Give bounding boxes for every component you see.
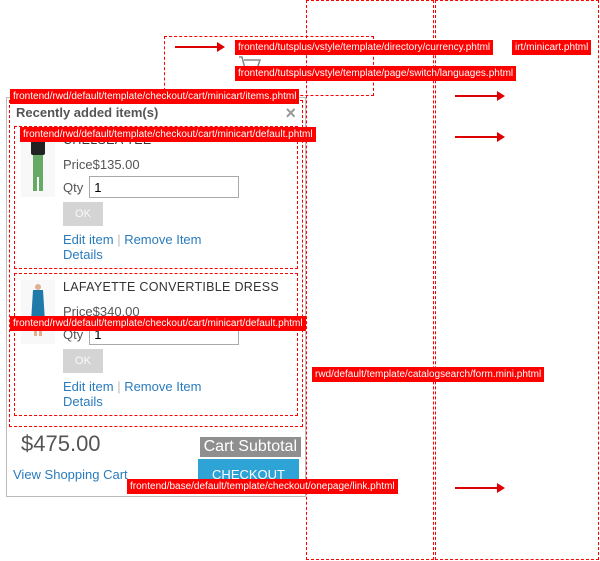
hint-currency: frontend/tutsplus/vstyle/template/direct… <box>235 40 493 55</box>
hint-minicart-default-2: frontend/rwd/default/template/checkout/c… <box>10 316 306 331</box>
hint-currency-right: irt/minicart.phtml <box>512 40 591 55</box>
hint-minicart-default-1: frontend/rwd/default/template/checkout/c… <box>20 127 316 142</box>
product-thumbnail[interactable] <box>21 280 55 344</box>
cart-subtotal-label: Cart Subtotal <box>200 437 301 457</box>
product-name[interactable]: LAFAYETTE CONVERTIBLE DRESS <box>63 280 291 294</box>
qty-label: Qty <box>63 180 83 195</box>
minicart-title: Recently added item(s) <box>16 105 158 120</box>
close-icon[interactable]: × <box>285 106 296 120</box>
edit-item-link[interactable]: Edit item <box>63 379 114 394</box>
details-link[interactable]: Details <box>63 247 103 262</box>
ok-button[interactable]: OK <box>63 202 103 226</box>
product-thumbnail[interactable] <box>21 133 55 197</box>
details-link[interactable]: Details <box>63 394 103 409</box>
product-price: Price$135.00 <box>63 157 291 172</box>
minicart: Recently added item(s) × CHELSEA TEE <box>6 97 306 497</box>
remove-item-link[interactable]: Remove Item <box>124 379 201 394</box>
hint-languages: frontend/tutsplus/vstyle/template/page/s… <box>235 66 516 81</box>
minicart-item: CHELSEA TEE Price$135.00 Qty OK Edit ite… <box>14 126 298 269</box>
minicart-item: LAFAYETTE CONVERTIBLE DRESS Price$340.00… <box>14 273 298 416</box>
edit-item-link[interactable]: Edit item <box>63 232 114 247</box>
ok-button[interactable]: OK <box>63 349 103 373</box>
cart-subtotal-amount: $475.00 <box>21 431 101 457</box>
hint-onepage-link: frontend/base/default/template/checkout/… <box>127 479 398 494</box>
remove-item-link[interactable]: Remove Item <box>124 232 201 247</box>
hint-minicart-items: frontend/rwd/default/template/checkout/c… <box>10 89 299 104</box>
qty-input[interactable] <box>89 176 239 198</box>
hint-search-form: rwd/default/template/catalogsearch/form.… <box>312 367 544 382</box>
view-cart-link[interactable]: View Shopping Cart <box>13 467 128 482</box>
